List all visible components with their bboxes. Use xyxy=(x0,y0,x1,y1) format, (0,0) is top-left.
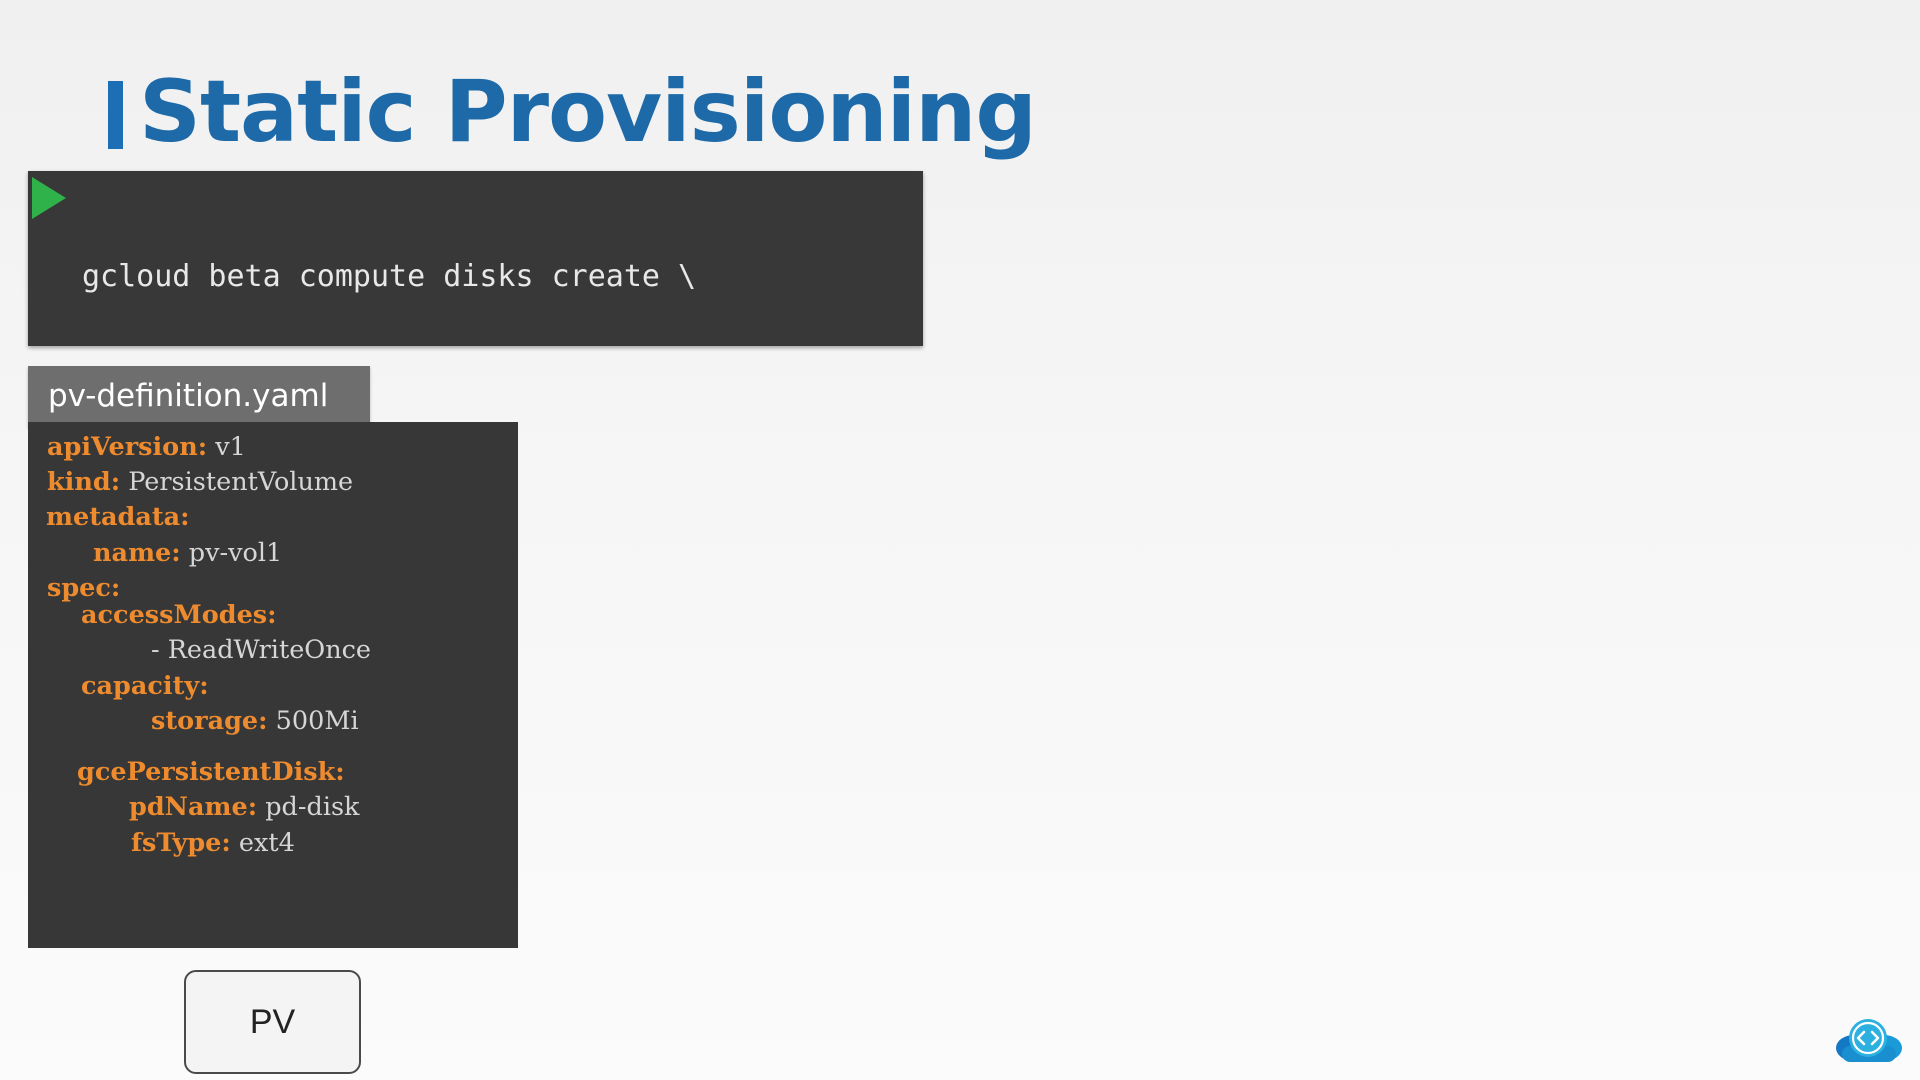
command-block: gcloud beta compute disks create \ --siz… xyxy=(28,171,923,641)
yaml-key: metadata: xyxy=(46,502,190,532)
file-name-tab: pv-definition.yaml xyxy=(28,366,370,427)
pv-object-box: PV xyxy=(184,970,361,1074)
yaml-line: metadata: xyxy=(46,502,190,532)
yaml-key: name: xyxy=(93,538,181,568)
yaml-code-block: apiVersion: v1 kind: PersistentVolume me… xyxy=(28,422,518,948)
yaml-key: capacity: xyxy=(81,671,209,701)
cloud-code-logo-icon xyxy=(1836,1019,1902,1062)
yaml-value: v1 xyxy=(207,432,246,462)
yaml-line: gcePersistentDisk: xyxy=(77,757,345,787)
yaml-line: name: pv-vol1 xyxy=(93,538,282,568)
slide-title: Static Provisioning xyxy=(108,62,1037,162)
yaml-value: - ReadWriteOnce xyxy=(151,635,371,665)
yaml-key: pdName: xyxy=(129,792,258,822)
title-accent-bar xyxy=(108,81,123,149)
yaml-value: PersistentVolume xyxy=(120,467,354,497)
yaml-value: ext4 xyxy=(230,828,295,858)
yaml-line: storage: 500Mi xyxy=(151,706,359,736)
yaml-key: storage: xyxy=(151,706,268,736)
yaml-line: accessModes: xyxy=(81,600,277,630)
yaml-line: capacity: xyxy=(81,671,209,701)
yaml-line: - ReadWriteOnce xyxy=(151,635,371,665)
yaml-value: pv-vol1 xyxy=(180,538,283,568)
yaml-line: apiVersion: v1 xyxy=(47,432,246,462)
yaml-line: pdName: pd-disk xyxy=(129,792,360,822)
command-line: gcloud beta compute disks create \ xyxy=(82,259,697,294)
yaml-line: fsType: ext4 xyxy=(131,828,295,858)
yaml-key: kind: xyxy=(47,467,121,497)
yaml-value: pd-disk xyxy=(257,792,360,822)
yaml-key: spec: xyxy=(47,573,121,603)
yaml-line: kind: PersistentVolume xyxy=(47,467,353,497)
yaml-key: fsType: xyxy=(131,828,231,858)
yaml-value: 500Mi xyxy=(267,706,359,736)
yaml-key: gcePersistentDisk: xyxy=(77,757,345,787)
yaml-key: accessModes: xyxy=(81,600,277,630)
yaml-key: apiVersion: xyxy=(47,432,208,462)
play-triangle-icon xyxy=(32,177,66,219)
page-title: Static Provisioning xyxy=(139,62,1037,162)
yaml-line: spec: xyxy=(47,573,120,603)
